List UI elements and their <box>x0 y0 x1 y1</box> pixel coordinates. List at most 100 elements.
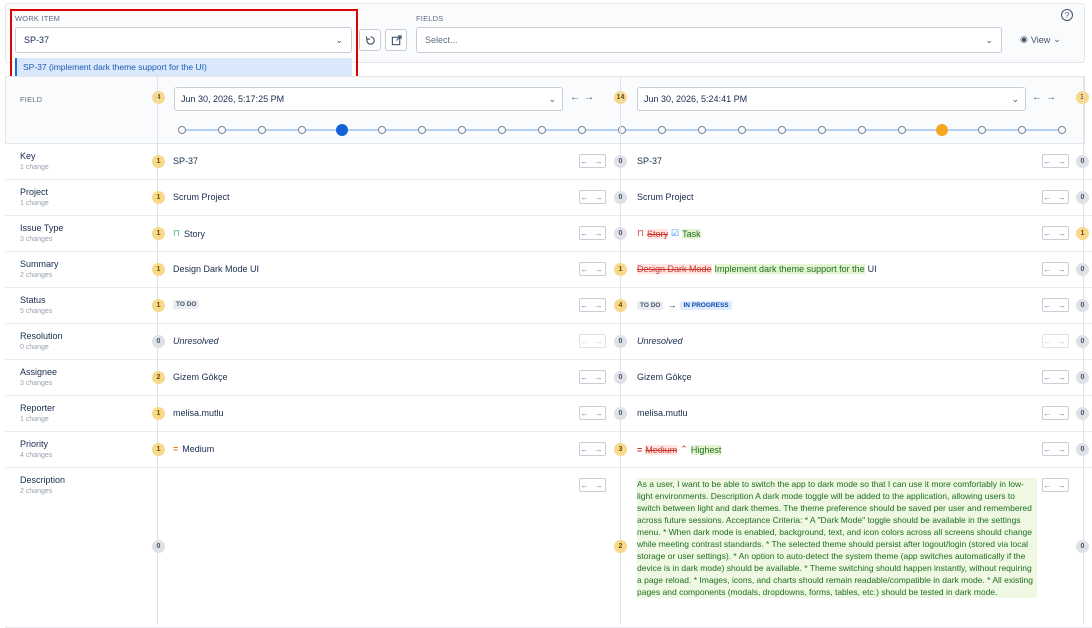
copy-arrows-button[interactable]: ← → <box>1042 478 1069 492</box>
copy-arrows-button[interactable]: ← → <box>579 370 606 384</box>
copy-arrows-button[interactable]: ← → <box>579 442 606 456</box>
timeline-point[interactable] <box>936 124 948 136</box>
left-value: Unresolved <box>173 336 219 346</box>
left-change-badge: 1 <box>152 155 165 168</box>
field-name: Status <box>20 295 46 305</box>
left-value: melisa.mutlu <box>173 408 224 418</box>
timeline-point[interactable] <box>818 126 826 134</box>
status-lozenge: IN PROGRESS <box>680 300 732 310</box>
left-value-text: Medium <box>182 444 215 454</box>
mid-change-badge: 0 <box>614 407 627 420</box>
timeline-point[interactable] <box>458 126 466 134</box>
timeline-point[interactable] <box>218 126 226 134</box>
copy-arrows-button[interactable]: ← → <box>1042 154 1069 168</box>
timeline-point[interactable] <box>378 126 386 134</box>
field-name: Summary <box>20 259 59 269</box>
left-change-badge: 1 <box>152 299 165 312</box>
copy-arrows-button[interactable]: ← → <box>579 262 606 276</box>
right-date-select[interactable]: Jun 30, 2026, 5:24:41 PM ⌄ <box>637 87 1026 111</box>
field-name: Description <box>20 475 66 485</box>
left-value: Gizem Gökçe <box>173 372 228 382</box>
timeline-point[interactable] <box>978 126 986 134</box>
copy-arrows-button[interactable]: ← → <box>1042 334 1069 348</box>
timeline-point[interactable] <box>418 126 426 134</box>
copy-arrows-button[interactable]: ← → <box>579 190 606 204</box>
timeline-point[interactable] <box>538 126 546 134</box>
right-change-badge: 0 <box>1076 407 1089 420</box>
timeline-point[interactable] <box>298 126 306 134</box>
right-date-value: Jun 30, 2026, 5:24:41 PM <box>644 94 748 104</box>
copy-arrows-button[interactable]: ← → <box>579 154 606 168</box>
field-row <box>5 252 1092 288</box>
field-change-count: 2 changes <box>20 272 53 279</box>
right-step-arrows[interactable]: ←→ <box>1032 92 1060 103</box>
fields-label: FIELDS <box>416 14 444 23</box>
mid-change-badge: 0 <box>614 335 627 348</box>
copy-arrows-button[interactable]: ← → <box>1042 298 1069 312</box>
priority-medium-icon: = <box>173 444 179 454</box>
chevron-down-icon: ⌄ <box>548 93 556 104</box>
field-row <box>5 324 1092 360</box>
copy-arrows-button[interactable]: ← → <box>579 334 606 348</box>
timeline-point[interactable] <box>698 126 706 134</box>
copy-arrows-button[interactable]: ← → <box>579 226 606 240</box>
left-step-arrows[interactable]: ←→ <box>570 92 598 103</box>
right-value: ⊓ Story ☑ Task <box>637 228 701 239</box>
copy-arrows-button[interactable]: ← → <box>579 298 606 312</box>
view-button[interactable]: ◉ View ⌄ <box>1020 34 1061 45</box>
timeline-point[interactable] <box>1058 126 1066 134</box>
status-lozenge: TO DO <box>173 300 200 309</box>
timeline-point[interactable] <box>738 126 746 134</box>
timeline-point[interactable] <box>578 126 586 134</box>
copy-arrows-button[interactable]: ← → <box>1042 262 1069 276</box>
timeline-point[interactable] <box>1018 126 1026 134</box>
fields-select[interactable]: Select... ⌄ <box>416 27 1002 53</box>
copy-arrows-button[interactable]: ← → <box>579 406 606 420</box>
copy-arrows-button[interactable]: ← → <box>1042 442 1069 456</box>
left-value: Design Dark Mode UI <box>173 264 260 274</box>
reset-icon[interactable] <box>359 29 381 51</box>
mid-change-badge: 3 <box>614 443 627 456</box>
copy-arrows-button[interactable]: ← → <box>1042 370 1069 384</box>
field-row <box>5 216 1092 252</box>
chevron-down-icon: ⌄ <box>985 34 993 45</box>
field-row <box>5 144 1092 180</box>
field-change-count: 1 change <box>20 164 49 171</box>
added-value: Task <box>682 228 701 239</box>
copy-arrows-button[interactable]: ← → <box>1042 190 1069 204</box>
added-value: Highest <box>690 444 722 455</box>
added-value: Implement dark theme support for the <box>714 264 865 274</box>
timeline-point[interactable] <box>498 126 506 134</box>
right-value: melisa.mutlu <box>637 408 688 418</box>
description-diff: As a user, I want to be able to switch t… <box>637 478 1037 598</box>
left-value: SP-37 <box>173 156 199 166</box>
right-value: Design Dark Mode Implement dark theme sup… <box>637 264 877 274</box>
timeline-point[interactable] <box>778 126 786 134</box>
field-row <box>5 288 1092 324</box>
timeline-point[interactable] <box>858 126 866 134</box>
right-value: Gizem Gökçe <box>637 372 692 382</box>
timeline-point[interactable] <box>336 124 348 136</box>
timeline-point[interactable] <box>258 126 266 134</box>
field-change-count: 1 change <box>20 416 49 423</box>
open-external-icon[interactable] <box>385 29 407 51</box>
timeline-point[interactable] <box>898 126 906 134</box>
field-name: Project <box>20 187 49 197</box>
timeline-point[interactable] <box>178 126 186 134</box>
eye-icon: ◉ <box>1020 34 1028 44</box>
field-name: Reporter <box>20 403 56 413</box>
left-change-badge: 1 <box>152 263 165 276</box>
left-date-value: Jun 30, 2026, 5:17:25 PM <box>181 94 285 104</box>
left-change-badge: 1 <box>152 227 165 240</box>
copy-arrows-button[interactable]: ← → <box>1042 226 1069 240</box>
status-lozenge: TO DO <box>637 300 664 310</box>
field-change-count: 4 changes <box>20 452 53 459</box>
left-date-select[interactable]: Jun 30, 2026, 5:17:25 PM ⌄ <box>174 87 563 111</box>
removed-value: Story <box>647 228 669 239</box>
timeline-point[interactable] <box>658 126 666 134</box>
copy-arrows-button[interactable]: ← → <box>579 478 606 492</box>
copy-arrows-button[interactable]: ← → <box>1042 406 1069 420</box>
mid-change-badge: 0 <box>614 191 627 204</box>
help-icon[interactable]: ? <box>1061 9 1073 21</box>
right-value: Scrum Project <box>637 192 694 202</box>
